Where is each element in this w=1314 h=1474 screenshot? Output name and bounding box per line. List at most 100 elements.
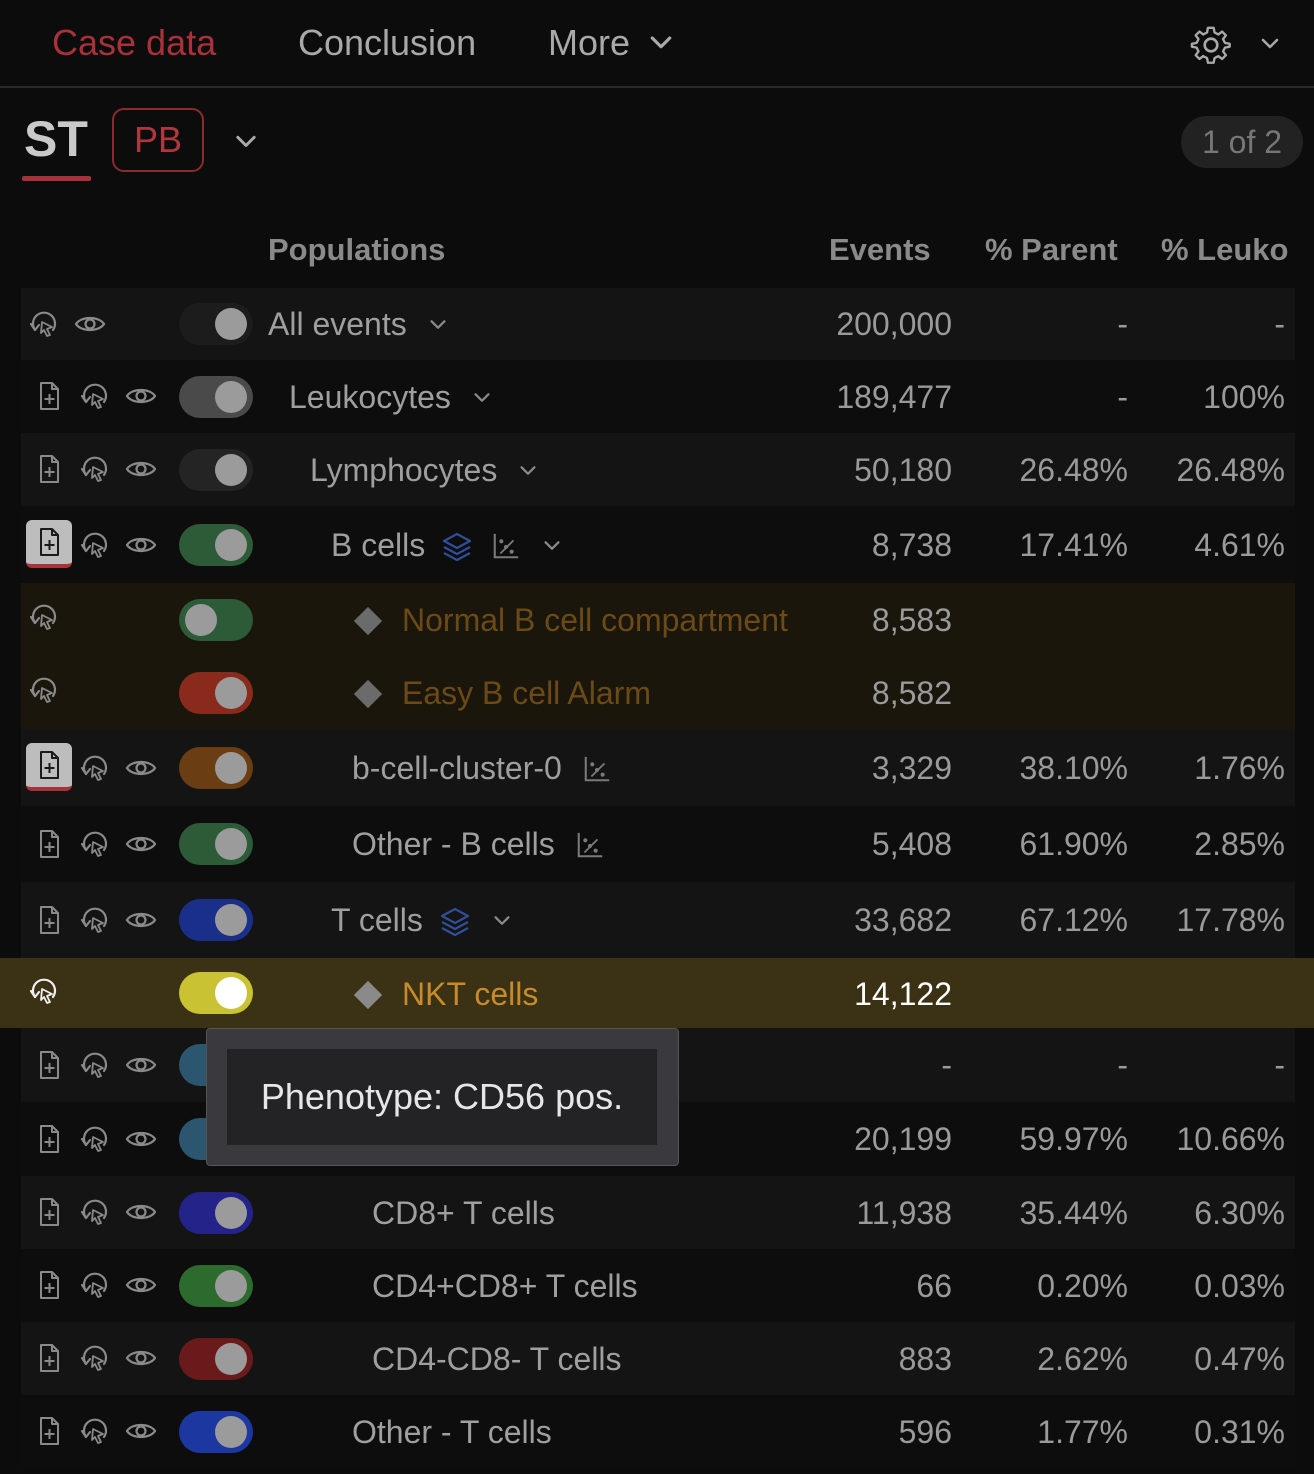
scatter-plot-icon[interactable] bbox=[582, 754, 612, 784]
population-toggle[interactable] bbox=[179, 599, 253, 641]
column-header-parent[interactable]: % Parent bbox=[985, 232, 1118, 268]
backgate-icon[interactable] bbox=[79, 828, 111, 860]
population-row[interactable]: B cells 8,738 17.41% 4.61% bbox=[21, 506, 1295, 583]
population-row[interactable]: Other - T cells 596 1.77% 0.31% bbox=[21, 1395, 1295, 1468]
backgate-icon[interactable] bbox=[28, 601, 60, 633]
population-toggle[interactable] bbox=[179, 972, 253, 1014]
column-header-events[interactable]: Events bbox=[829, 232, 931, 268]
eye-icon[interactable] bbox=[125, 453, 157, 485]
population-name[interactable]: Other - B cells bbox=[352, 826, 605, 863]
population-toggle[interactable] bbox=[179, 376, 253, 418]
population-name[interactable]: T cells bbox=[331, 902, 513, 939]
settings-chevron-icon[interactable] bbox=[1258, 32, 1282, 56]
population-name[interactable]: All events bbox=[268, 306, 449, 343]
population-row[interactable]: CD4+CD8+ T cells 66 0.20% 0.03% bbox=[21, 1249, 1295, 1322]
population-name[interactable]: Lymphocytes bbox=[310, 452, 539, 489]
add-population-icon[interactable] bbox=[33, 1415, 65, 1447]
eye-icon[interactable] bbox=[125, 1049, 157, 1081]
population-toggle[interactable] bbox=[179, 1192, 253, 1234]
chevron-down-icon[interactable] bbox=[517, 460, 539, 482]
population-name[interactable]: CD4+CD8+ T cells bbox=[372, 1268, 638, 1305]
backgate-icon[interactable] bbox=[79, 752, 111, 784]
population-toggle[interactable] bbox=[179, 823, 253, 865]
population-row[interactable]: CD8+ T cells 11,938 35.44% 6.30% bbox=[21, 1176, 1295, 1249]
backgate-icon[interactable] bbox=[79, 529, 111, 561]
layers-icon[interactable] bbox=[439, 905, 471, 937]
eye-icon[interactable] bbox=[125, 904, 157, 936]
population-toggle[interactable] bbox=[179, 1411, 253, 1453]
population-toggle[interactable] bbox=[179, 672, 253, 714]
alarm-row[interactable]: Easy B cell Alarm 8,582 bbox=[21, 656, 1295, 729]
backgate-icon[interactable] bbox=[79, 453, 111, 485]
add-population-button[interactable] bbox=[26, 743, 72, 791]
population-row[interactable]: T cells 33,682 67.12% 17.78% bbox=[21, 882, 1295, 958]
population-toggle[interactable] bbox=[179, 899, 253, 941]
scatter-plot-icon[interactable] bbox=[491, 531, 521, 561]
eye-icon[interactable] bbox=[125, 529, 157, 561]
chevron-down-icon[interactable] bbox=[471, 387, 493, 409]
backgate-icon[interactable] bbox=[79, 1123, 111, 1155]
alarm-row-selected[interactable]: NKT cells 14,122 bbox=[0, 958, 1314, 1028]
backgate-icon[interactable] bbox=[79, 904, 111, 936]
alarm-name[interactable]: NKT cells bbox=[352, 976, 538, 1013]
add-population-icon[interactable] bbox=[33, 904, 65, 936]
population-row[interactable]: b-cell-cluster-0 3,329 38.10% 1.76% bbox=[21, 729, 1295, 806]
population-toggle[interactable] bbox=[179, 303, 253, 345]
backgate-icon[interactable] bbox=[79, 1049, 111, 1081]
eye-icon[interactable] bbox=[125, 380, 157, 412]
eye-icon[interactable] bbox=[125, 828, 157, 860]
population-row[interactable]: CD4-CD8- T cells 883 2.62% 0.47% bbox=[21, 1322, 1295, 1395]
add-population-button[interactable] bbox=[26, 520, 72, 568]
tab-conclusion[interactable]: Conclusion bbox=[298, 22, 476, 64]
sample-code[interactable]: ST bbox=[24, 110, 88, 168]
population-toggle[interactable] bbox=[179, 1265, 253, 1307]
eye-icon[interactable] bbox=[125, 1415, 157, 1447]
add-population-icon[interactable] bbox=[33, 828, 65, 860]
add-population-icon[interactable] bbox=[33, 380, 65, 412]
chevron-down-icon[interactable] bbox=[541, 535, 563, 557]
alarm-row[interactable]: Normal B cell compartment 8,583 bbox=[21, 583, 1295, 656]
chevron-down-icon[interactable] bbox=[491, 910, 513, 932]
backgate-icon[interactable] bbox=[79, 1196, 111, 1228]
population-name[interactable]: Leukocytes bbox=[289, 379, 493, 416]
add-population-icon[interactable] bbox=[33, 1269, 65, 1301]
population-row[interactable]: All events 200,000 - - bbox=[21, 288, 1295, 360]
population-row[interactable]: Lymphocytes 50,180 26.48% 26.48% bbox=[21, 433, 1295, 506]
eye-icon[interactable] bbox=[125, 1196, 157, 1228]
population-name[interactable]: CD8+ T cells bbox=[372, 1195, 555, 1232]
backgate-icon[interactable] bbox=[28, 308, 60, 340]
population-row[interactable]: Other - B cells 5,408 61.90% 2.85% bbox=[21, 806, 1295, 882]
eye-icon[interactable] bbox=[125, 1123, 157, 1155]
population-name[interactable]: b-cell-cluster-0 bbox=[352, 750, 612, 787]
eye-icon[interactable] bbox=[125, 1269, 157, 1301]
population-name[interactable]: Other - T cells bbox=[352, 1414, 552, 1451]
tab-case-data[interactable]: Case data bbox=[52, 22, 216, 64]
add-population-icon[interactable] bbox=[33, 1196, 65, 1228]
tube-badge[interactable]: PB bbox=[112, 108, 204, 172]
add-population-icon[interactable] bbox=[33, 1049, 65, 1081]
tube-chevron-icon[interactable] bbox=[232, 128, 260, 156]
sample-pager[interactable]: 1 of 2 bbox=[1181, 116, 1303, 168]
column-header-leuko[interactable]: % Leuko bbox=[1161, 232, 1288, 268]
alarm-name[interactable]: Normal B cell compartment bbox=[352, 602, 788, 639]
backgate-icon[interactable] bbox=[79, 380, 111, 412]
population-row[interactable]: Leukocytes 189,477 - 100% bbox=[21, 360, 1295, 433]
population-toggle[interactable] bbox=[179, 449, 253, 491]
eye-icon[interactable] bbox=[74, 308, 106, 340]
add-population-icon[interactable] bbox=[33, 1342, 65, 1374]
alarm-name[interactable]: Easy B cell Alarm bbox=[352, 675, 651, 712]
population-name[interactable]: B cells bbox=[331, 527, 563, 564]
backgate-icon[interactable] bbox=[79, 1415, 111, 1447]
add-population-icon[interactable] bbox=[33, 1123, 65, 1155]
backgate-icon[interactable] bbox=[28, 975, 60, 1007]
backgate-icon[interactable] bbox=[28, 674, 60, 706]
gear-icon[interactable] bbox=[1190, 24, 1232, 66]
population-toggle[interactable] bbox=[179, 747, 253, 789]
scatter-plot-icon[interactable] bbox=[575, 830, 605, 860]
population-name[interactable]: CD4-CD8- T cells bbox=[372, 1341, 622, 1378]
tab-more[interactable]: More bbox=[548, 22, 676, 64]
population-toggle[interactable] bbox=[179, 524, 253, 566]
add-population-icon[interactable] bbox=[33, 453, 65, 485]
eye-icon[interactable] bbox=[125, 1342, 157, 1374]
eye-icon[interactable] bbox=[125, 752, 157, 784]
